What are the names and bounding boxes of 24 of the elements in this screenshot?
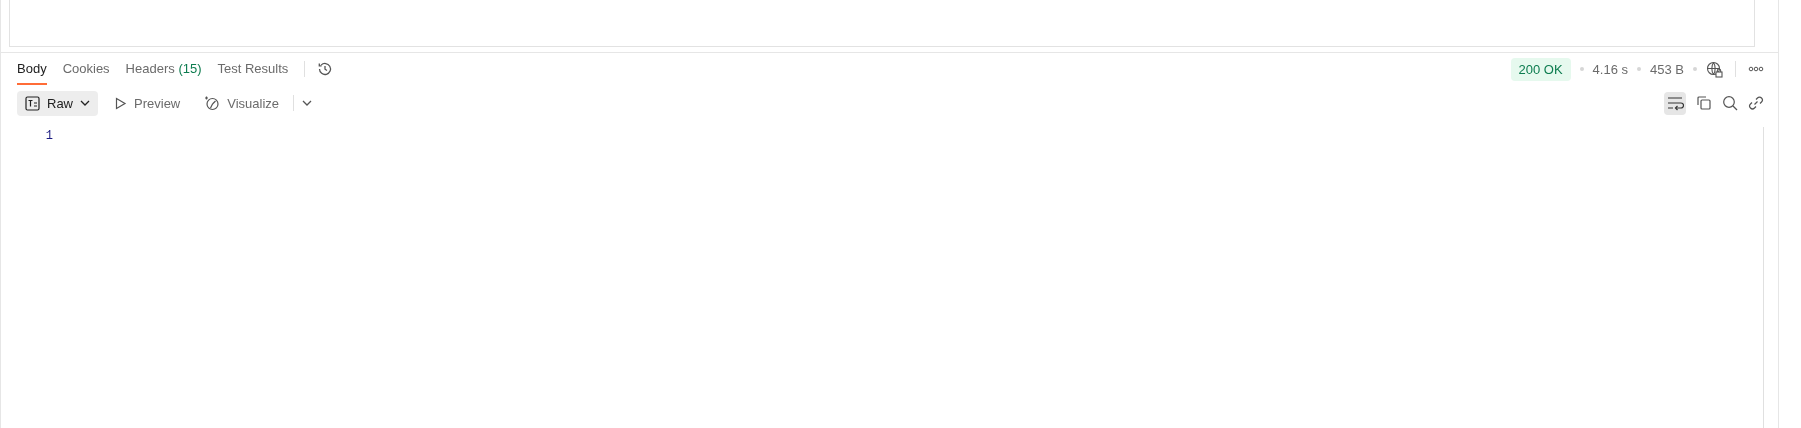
response-time: 4.16 s xyxy=(1592,61,1628,77)
raw-text-icon xyxy=(25,95,40,111)
view-mode-button[interactable]: Preview xyxy=(106,90,189,116)
copy-icon[interactable] xyxy=(1696,95,1712,111)
response-tab[interactable]: Body xyxy=(17,53,47,85)
status-badge: 200 OK xyxy=(1510,57,1571,81)
response-size: 453 B xyxy=(1650,61,1684,77)
sparkle-chart-icon xyxy=(204,95,221,111)
view-mode-button[interactable]: Raw xyxy=(17,90,98,116)
view-mode-button[interactable]: Visualize xyxy=(196,90,288,116)
search-icon[interactable] xyxy=(1722,95,1738,111)
caret-icon xyxy=(80,100,90,106)
wrap-lines-button[interactable] xyxy=(1664,91,1686,115)
globe-lock-icon[interactable] xyxy=(1706,60,1723,78)
response-tab[interactable]: Cookies xyxy=(62,53,110,85)
caret-icon[interactable] xyxy=(302,100,313,106)
more-icon[interactable] xyxy=(1748,66,1764,72)
response-tab[interactable]: Headers (15) xyxy=(125,53,202,85)
header-count: (15) xyxy=(178,61,202,76)
line-number: 1 xyxy=(44,128,53,145)
play-icon xyxy=(114,96,127,110)
link-icon[interactable] xyxy=(1748,95,1764,111)
response-tab[interactable]: Test Results xyxy=(217,53,289,85)
history-icon[interactable] xyxy=(317,61,334,77)
